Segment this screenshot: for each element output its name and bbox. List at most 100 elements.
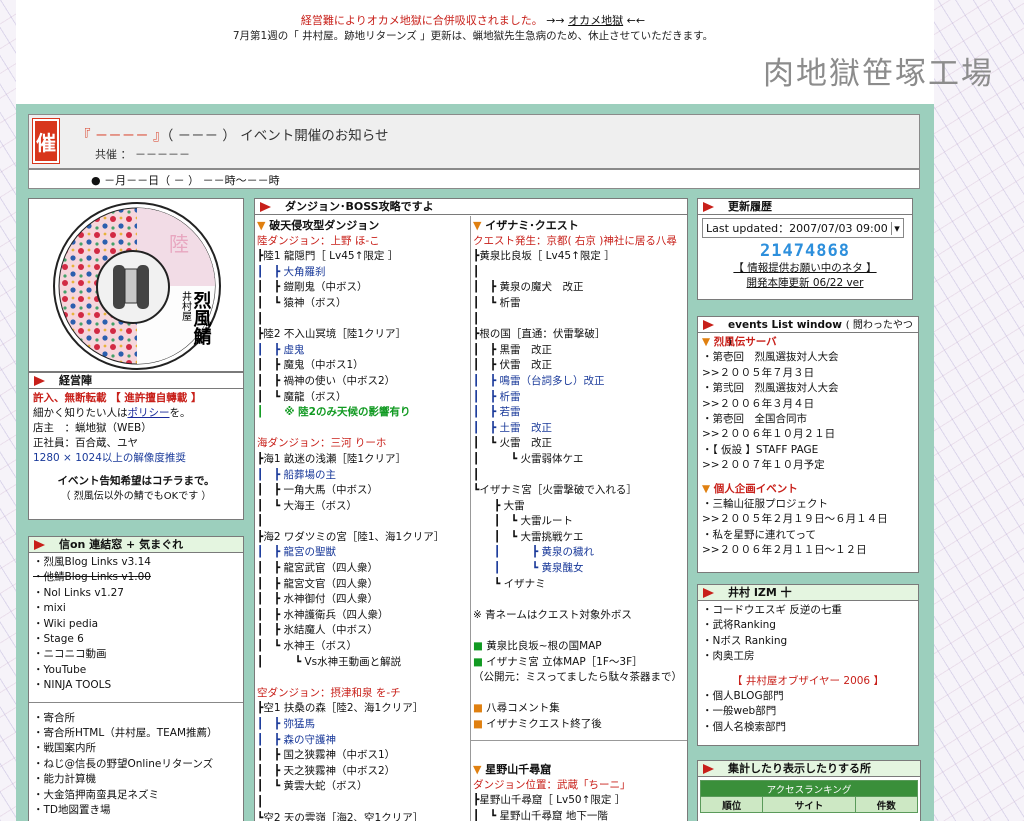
dungeon-entry[interactable]: ┃ ┣ 析雷 xyxy=(473,390,682,406)
policy-line: 細かく知りたい人はポリシーを。 xyxy=(33,407,191,419)
link-item[interactable]: ・TD地図置き場 xyxy=(33,803,239,818)
link-item[interactable]: ・寄合所HTML（井村屋。TEAM推薦） xyxy=(33,726,239,741)
dungeon-section-title: 破天侵攻型ダンジョン xyxy=(257,218,444,234)
ranking-title: アクセスランキング xyxy=(700,780,918,797)
event-item[interactable]: ・【 仮設 】STAFF PAGE xyxy=(702,443,914,458)
dungeon-entry[interactable]: ■ イザナミクエスト終了後 xyxy=(473,717,682,733)
link-item[interactable]: ・他鯖Blog Links v1.00 xyxy=(33,570,239,585)
emblem-name-big: 烈風鯖 xyxy=(191,291,213,346)
event-item[interactable]: >>２００７年１０月予定 xyxy=(702,458,914,473)
dungeon-entry[interactable]: ┃ ┣ 土雷 改正 xyxy=(473,421,682,437)
link-item[interactable]: ・ニコニコ動画 xyxy=(33,647,239,662)
dungeon-entry: ┃ ┣ 氷結魔人（中ボス） xyxy=(257,624,378,637)
dungeon-entry: ┃ ┣ 伏雷 改正 xyxy=(473,359,552,372)
dungeon-entry[interactable]: ┃ ┗ 黄泉醜女 xyxy=(473,561,682,577)
izm-item[interactable]: ・武将Ranking xyxy=(702,618,914,633)
dungeon-column-1: 破天侵攻型ダンジョン陸ダンジョン：上野 ほ-こ ┣陸1 龍隠門［ Lv45↑限定 … xyxy=(257,218,444,821)
link-item[interactable]: ・NINJA TOOLS xyxy=(33,678,239,693)
izm-item[interactable]: ・一般web部門 xyxy=(702,704,914,719)
izm-item[interactable]: ・Nボス Ranking xyxy=(702,634,914,649)
dungeon-entry: ダンジョン位置：武蔵「ちーニ」 xyxy=(473,778,631,791)
events-section-2: ▼ 個人企画イベント xyxy=(702,482,798,495)
dungeon-entry xyxy=(257,421,444,437)
event-item[interactable]: >>２００６年１０月２１日 xyxy=(702,427,914,442)
link-item[interactable]: ・mixi xyxy=(33,601,239,616)
dungeon-entry[interactable]: ┃ ┣ 黄泉の穢れ xyxy=(473,545,682,561)
dungeon-entry[interactable]: ■ 八尋コメント集 xyxy=(473,701,682,717)
dungeon-entry: ┃ ┣ 国之狭霧神（中ボス1） xyxy=(257,749,396,762)
chevron-down-icon: ▾ xyxy=(891,222,900,235)
staff-line: 正社員：百合蔵、ユヤ xyxy=(33,437,138,449)
event-item[interactable]: >>２００６年２月１１日～１２日 xyxy=(702,543,914,558)
links-list-2: ・寄合所 ・寄合所HTML（井村屋。TEAM推薦） ・戦国案内所 ・ねじ@信長の野望O… xyxy=(29,709,243,821)
owner-line: 店主 ：蝋地獄（WEB） xyxy=(33,422,152,434)
update-header: 更新履歴 xyxy=(698,199,912,215)
bullet-icon: ■ xyxy=(473,718,487,730)
okame-link[interactable]: オカメ地獄 xyxy=(568,14,623,27)
links-header: 信on 連結窓 + 気まぐれ xyxy=(29,537,243,553)
renew-link[interactable]: 開発本陣更新 06/22 ver xyxy=(747,277,864,289)
dungeon-entry[interactable]: ┃ ┣ 船葬場の主 xyxy=(257,468,444,484)
event-item[interactable]: >>２００５年２月１９日～６月１４日 xyxy=(702,512,914,527)
dungeon-entry: ┗空2 天の雲嶺［海2、空1クリア］ xyxy=(257,811,424,821)
dungeon-entry: ┃ ┗ 大海王（ボス） xyxy=(257,499,357,512)
event-item[interactable]: ・第壱回 烈風選抜対人大会 xyxy=(702,350,914,365)
izm-item[interactable]: ・個人BLOG部門 xyxy=(702,689,914,704)
dungeon-entry[interactable]: ┃ ┣ 鳴雷（台詞多し）改正 xyxy=(473,374,682,390)
policy-link[interactable]: ポリシー xyxy=(128,407,170,419)
event-item[interactable]: >>２００６年３月４日 xyxy=(702,397,914,412)
link-item[interactable]: ・寄合所 xyxy=(33,711,239,726)
dungeon-entry: ┃ ┣ 天之狭霧神（中ボス2） xyxy=(257,764,396,777)
dungeon-entry: ┃ ┗ 火雷弱体ケエ xyxy=(473,452,584,465)
event-item[interactable]: ・第壱回 全国合同市 xyxy=(702,412,914,427)
link-item[interactable]: ・Wiki pedia xyxy=(33,617,239,632)
dungeon-entry: ┗イザナミ宮［火雷撃破で入れる］ xyxy=(473,484,637,497)
event-item[interactable]: ・私を星野に連れてって xyxy=(702,528,914,543)
bullet-icon: ■ xyxy=(473,702,487,715)
izm-header: 井村 IZM 十 xyxy=(698,585,918,601)
dungeon-entry[interactable]: ┃ ┣ 弥猛馬 xyxy=(257,717,444,733)
dungeon-entry: クエスト発生：京都( 右京 )神社に居る八尋 xyxy=(473,234,677,247)
dungeon-entry: ┃ xyxy=(257,795,264,808)
dungeon-entry[interactable]: ┃ ┣ 龍宮の聖獣 xyxy=(257,545,444,561)
dungeon-column-2b: 星野山千尋窟ダンジョン位置：武蔵「ちーニ」 ┣星野山千尋窟［ Lv50↑限定 ］ ┃… xyxy=(473,762,631,821)
dungeon-entry[interactable]: ┃ ┣ 虚鬼 xyxy=(257,343,444,359)
event-date: ● －月－－日（ － ） －－時～－－時 xyxy=(28,169,920,189)
link-item[interactable]: ・能力計算機 xyxy=(33,772,239,787)
link-item[interactable]: ・ねじ@信長の野望Onlineリターンズ xyxy=(33,757,239,772)
link-item[interactable]: ・Stage 6 xyxy=(33,632,239,647)
award-title: 【 井村屋オブザイヤー 2006 】 xyxy=(732,674,884,687)
update-panel: 更新履歴 Last updated：2007/07/03 09:00 ▾ 214… xyxy=(697,198,913,300)
update-select[interactable]: Last updated：2007/07/03 09:00 ▾ xyxy=(702,218,904,238)
event-contact-note: （ 烈風伝以外の鯖でもOKです ） xyxy=(60,491,212,502)
izm-panel: 井村 IZM 十 ・コードウエスギ 反逆の七重 ・武将Ranking ・Nボス Ra… xyxy=(697,584,919,746)
link-item[interactable]: ・Nol Links v1.27 xyxy=(33,586,239,601)
link-item[interactable]: ・大金箔押南蛮具足ネズミ xyxy=(33,788,239,803)
dungeon-entry xyxy=(257,670,444,686)
event-item[interactable]: ・三輪山征服プロジェクト xyxy=(702,497,914,512)
izm-item[interactable]: ・肉奥工房 xyxy=(702,649,914,664)
dungeon-entry[interactable]: ■ イザナミ宮 立体MAP［1F～3F］ xyxy=(473,655,682,671)
dungeon-entry[interactable]: ┃ ┣ 森の守護神 xyxy=(257,733,444,749)
link-item[interactable]: ・烈風Blog Links v3.14 xyxy=(33,555,239,570)
events-list-1: ・第壱回 烈風選抜対人大会 >>２００５年７月３日 ・第弐回 烈風選抜対人大会 >>２… xyxy=(702,350,914,473)
event-item[interactable]: >>２００５年７月３日 xyxy=(702,366,914,381)
link-item[interactable]: ・YouTube xyxy=(33,663,239,678)
arrow-left: →→ xyxy=(546,14,565,27)
dungeon-entry: ┃ ┣ 水神護衛兵（四人衆） xyxy=(257,608,389,621)
dungeon-entry[interactable]: ■ 黄泉比良坂~根の国MAP xyxy=(473,639,682,655)
resolution-note: 1280 × 1024以上の解像度推奨 xyxy=(33,452,186,464)
dungeon-section-title: イザナミ･クエスト xyxy=(473,218,682,234)
izm-item[interactable]: ・コードウエスギ 反逆の七重 xyxy=(702,603,914,618)
dungeon-entry[interactable]: ┃ ┣ 若雷 xyxy=(473,405,682,421)
info-request-link[interactable]: 【 情報提供お願い中のネタ 】 xyxy=(733,262,876,274)
dungeon-entry: 陸ダンジョン：上野 ほ-こ xyxy=(257,234,380,247)
event-sponsor: 共催 ： －－－－－ xyxy=(95,148,190,161)
dungeon-panel: ダンジョン･BOSS攻略ですよ 破天侵攻型ダンジョン陸ダンジョン：上野 ほ-こ ┣… xyxy=(254,198,688,821)
event-contact[interactable]: イベント告知希望はコチラまで。 xyxy=(33,474,239,489)
link-item[interactable]: ・戦国案内所 xyxy=(33,741,239,756)
dungeon-entry[interactable]: ┃ ┣ 大角羅刹 xyxy=(257,265,444,281)
event-item[interactable]: ・第弐回 烈風選抜対人大会 xyxy=(702,381,914,396)
izm-list-2: ・個人BLOG部門 ・一般web部門 ・個人名検索部門 xyxy=(702,689,914,735)
izm-item[interactable]: ・個人名検索部門 xyxy=(702,720,914,735)
